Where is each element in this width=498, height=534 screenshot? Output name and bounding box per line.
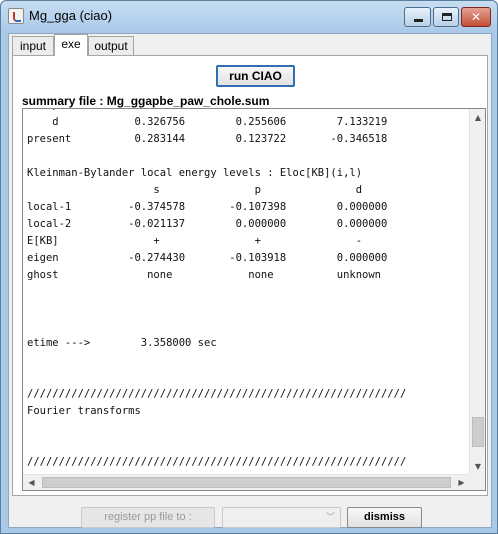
maximize-button[interactable] xyxy=(433,7,459,27)
summary-line: etime ---> 3.358000 sec xyxy=(27,337,217,349)
summary-line xyxy=(27,352,406,369)
summary-text-lines: p 0.244208 1.000000 0.616822 d 0.326756 … xyxy=(27,109,406,475)
window-title: Mg_gga (ciao) xyxy=(29,8,113,23)
summary-line xyxy=(27,437,406,454)
tab-input[interactable]: input xyxy=(12,36,54,55)
application-window: Mg_gga (ciao) ✕ input exe output run CIA… xyxy=(0,0,498,534)
summary-text-viewport: p 0.244208 1.000000 0.616822 d 0.326756 … xyxy=(23,109,470,475)
tab-output[interactable]: output xyxy=(88,36,134,55)
summary-file-label: summary file : Mg_ggapbe_paw_chole.sum xyxy=(22,94,270,108)
summary-line: present 0.283144 0.123722 -0.346518 xyxy=(27,133,388,145)
register-pp-file-button[interactable]: register pp file to : xyxy=(81,507,215,528)
close-icon: ✕ xyxy=(470,10,482,24)
close-button[interactable]: ✕ xyxy=(461,7,491,27)
horizontal-scroll-thumb[interactable] xyxy=(42,477,451,488)
register-target-select[interactable]: ﹀ xyxy=(222,507,341,528)
summary-line xyxy=(27,420,406,437)
tab-exe[interactable]: exe xyxy=(54,34,88,56)
dismiss-button[interactable]: dismiss xyxy=(347,507,422,528)
summary-line xyxy=(27,301,406,318)
scroll-corner xyxy=(469,474,485,490)
maximize-icon xyxy=(442,13,452,21)
java-cup-icon xyxy=(8,8,24,24)
scroll-right-icon[interactable]: ▶ xyxy=(453,475,470,490)
summary-line: s p d xyxy=(27,184,363,196)
summary-line xyxy=(27,148,406,165)
summary-line: local-1 -0.374578 -0.107398 0.000000 xyxy=(27,201,388,213)
summary-text-area[interactable]: p 0.244208 1.000000 0.616822 d 0.326756 … xyxy=(22,108,486,491)
title-bar[interactable]: Mg_gga (ciao) ✕ xyxy=(1,1,497,33)
summary-line xyxy=(27,318,406,335)
scroll-down-icon[interactable]: ▼ xyxy=(470,458,485,475)
summary-line: ghost none none unknown xyxy=(27,269,382,281)
summary-line: Fourier transforms xyxy=(27,405,141,417)
client-area: input exe output run CIAO summary file :… xyxy=(8,33,492,528)
horizontal-scrollbar[interactable]: ◀ ▶ xyxy=(23,474,470,490)
minimize-button[interactable] xyxy=(404,7,431,27)
chevron-down-icon: ﹀ xyxy=(325,513,335,523)
summary-line: Kleinman-Bylander local energy levels : … xyxy=(27,167,363,179)
vertical-scroll-thumb[interactable] xyxy=(472,417,484,447)
summary-line xyxy=(27,369,406,386)
minimize-icon xyxy=(414,19,423,22)
vertical-scrollbar[interactable]: ▲ ▼ xyxy=(469,109,485,475)
run-ciao-button[interactable]: run CIAO xyxy=(216,65,295,87)
summary-line: eigen -0.274430 -0.103918 0.000000 xyxy=(27,252,388,264)
summary-line xyxy=(27,284,406,301)
summary-line: ////////////////////////////////////////… xyxy=(27,388,407,400)
summary-line: ////////////////////////////////////////… xyxy=(27,456,407,468)
summary-line: d 0.326756 0.255606 7.133219 xyxy=(27,116,388,128)
scroll-left-icon[interactable]: ◀ xyxy=(23,475,40,490)
scroll-up-icon[interactable]: ▲ xyxy=(470,109,485,126)
summary-line: local-2 -0.021137 0.000000 0.000000 xyxy=(27,218,388,230)
summary-line: E[KB] + + - xyxy=(27,235,363,247)
exe-panel: run CIAO summary file : Mg_ggapbe_paw_ch… xyxy=(12,55,488,496)
